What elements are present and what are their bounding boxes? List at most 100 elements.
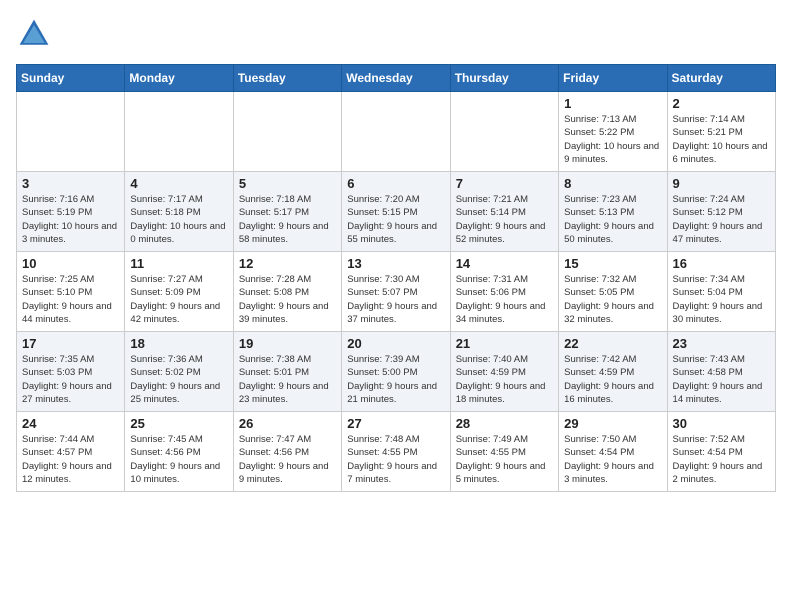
day-number: 22: [564, 336, 661, 351]
calendar-cell: 21Sunrise: 7:40 AM Sunset: 4:59 PM Dayli…: [450, 332, 558, 412]
day-info: Sunrise: 7:30 AM Sunset: 5:07 PM Dayligh…: [347, 273, 444, 326]
calendar-cell: 8 Sunrise: 7:23 AM Sunset: 5:13 PM Daylig…: [559, 172, 667, 252]
day-info: Sunrise: 7:35 AM Sunset: 5:03 PM Dayligh…: [22, 353, 119, 406]
header-day-tuesday: Tuesday: [233, 65, 341, 92]
calendar-week-4: 17 Sunrise: 7:35 AM Sunset: 5:03 PM Dayli…: [17, 332, 776, 412]
calendar-cell: 30 Sunrise: 7:52 AM Sunset: 4:54 PM Dayli…: [667, 412, 775, 492]
day-number: 4: [130, 176, 227, 191]
day-number: 8: [564, 176, 661, 191]
calendar-cell: 3 Sunrise: 7:16 AM Sunset: 5:19 PM Daylig…: [17, 172, 125, 252]
day-info: Sunrise: 7:50 AM Sunset: 4:54 PM Dayligh…: [564, 433, 661, 486]
day-number: 13: [347, 256, 444, 271]
calendar-cell: [342, 92, 450, 172]
calendar-cell: [450, 92, 558, 172]
header-day-sunday: Sunday: [17, 65, 125, 92]
day-info: Sunrise: 7:42 AM Sunset: 4:59 PM Dayligh…: [564, 353, 661, 406]
day-number: 11: [130, 256, 227, 271]
day-info: Sunrise: 7:52 AM Sunset: 4:54 PM Dayligh…: [673, 433, 770, 486]
calendar-header: SundayMondayTuesdayWednesdayThursdayFrid…: [17, 65, 776, 92]
day-info: Sunrise: 7:13 AM Sunset: 5:22 PM Dayligh…: [564, 113, 661, 166]
calendar-cell: 27 Sunrise: 7:48 AM Sunset: 4:55 PM Dayli…: [342, 412, 450, 492]
calendar-cell: 29 Sunrise: 7:50 AM Sunset: 4:54 PM Dayli…: [559, 412, 667, 492]
day-number: 30: [673, 416, 770, 431]
calendar-cell: [17, 92, 125, 172]
calendar-cell: 13 Sunrise: 7:30 AM Sunset: 5:07 PM Dayli…: [342, 252, 450, 332]
day-number: 7: [456, 176, 553, 191]
day-info: Sunrise: 7:23 AM Sunset: 5:13 PM Dayligh…: [564, 193, 661, 246]
day-info: Sunrise: 7:17 AM Sunset: 5:18 PM Dayligh…: [130, 193, 227, 246]
day-number: 9: [673, 176, 770, 191]
day-number: 19: [239, 336, 336, 351]
day-number: 5: [239, 176, 336, 191]
calendar-cell: 1 Sunrise: 7:13 AM Sunset: 5:22 PM Daylig…: [559, 92, 667, 172]
day-info: Sunrise: 7:36 AM Sunset: 5:02 PM Dayligh…: [130, 353, 227, 406]
calendar-cell: 16 Sunrise: 7:34 AM Sunset: 5:04 PM Dayli…: [667, 252, 775, 332]
day-number: 28: [456, 416, 553, 431]
calendar-cell: 10 Sunrise: 7:25 AM Sunset: 5:10 PM Dayli…: [17, 252, 125, 332]
calendar-week-2: 3 Sunrise: 7:16 AM Sunset: 5:19 PM Daylig…: [17, 172, 776, 252]
day-number: 15: [564, 256, 661, 271]
calendar-cell: 23 Sunrise: 7:43 AM Sunset: 4:58 PM Dayli…: [667, 332, 775, 412]
header-day-friday: Friday: [559, 65, 667, 92]
day-number: 1: [564, 96, 661, 111]
day-number: 6: [347, 176, 444, 191]
calendar-cell: 19 Sunrise: 7:38 AM Sunset: 5:01 PM Dayli…: [233, 332, 341, 412]
calendar-table: SundayMondayTuesdayWednesdayThursdayFrid…: [16, 64, 776, 492]
calendar-cell: 18 Sunrise: 7:36 AM Sunset: 5:02 PM Dayli…: [125, 332, 233, 412]
calendar-cell: 2 Sunrise: 7:14 AM Sunset: 5:21 PM Daylig…: [667, 92, 775, 172]
calendar-week-5: 24Sunrise: 7:44 AM Sunset: 4:57 PM Dayli…: [17, 412, 776, 492]
header-day-monday: Monday: [125, 65, 233, 92]
calendar-cell: 26 Sunrise: 7:47 AM Sunset: 4:56 PM Dayli…: [233, 412, 341, 492]
day-info: Sunrise: 7:40 AM Sunset: 4:59 PM Dayligh…: [456, 353, 553, 406]
day-info: Sunrise: 7:27 AM Sunset: 5:09 PM Dayligh…: [130, 273, 227, 326]
day-info: Sunrise: 7:18 AM Sunset: 5:17 PM Dayligh…: [239, 193, 336, 246]
calendar-cell: 14Sunrise: 7:31 AM Sunset: 5:06 PM Dayli…: [450, 252, 558, 332]
day-info: Sunrise: 7:16 AM Sunset: 5:19 PM Dayligh…: [22, 193, 119, 246]
day-info: Sunrise: 7:43 AM Sunset: 4:58 PM Dayligh…: [673, 353, 770, 406]
day-number: 12: [239, 256, 336, 271]
logo: [16, 16, 56, 52]
day-number: 2: [673, 96, 770, 111]
day-info: Sunrise: 7:21 AM Sunset: 5:14 PM Dayligh…: [456, 193, 553, 246]
day-info: Sunrise: 7:25 AM Sunset: 5:10 PM Dayligh…: [22, 273, 119, 326]
day-info: Sunrise: 7:20 AM Sunset: 5:15 PM Dayligh…: [347, 193, 444, 246]
day-number: 10: [22, 256, 119, 271]
day-number: 16: [673, 256, 770, 271]
header-row: SundayMondayTuesdayWednesdayThursdayFrid…: [17, 65, 776, 92]
calendar-body: 1 Sunrise: 7:13 AM Sunset: 5:22 PM Daylig…: [17, 92, 776, 492]
calendar-week-1: 1 Sunrise: 7:13 AM Sunset: 5:22 PM Daylig…: [17, 92, 776, 172]
calendar-cell: [125, 92, 233, 172]
day-info: Sunrise: 7:49 AM Sunset: 4:55 PM Dayligh…: [456, 433, 553, 486]
day-info: Sunrise: 7:34 AM Sunset: 5:04 PM Dayligh…: [673, 273, 770, 326]
day-number: 20: [347, 336, 444, 351]
day-info: Sunrise: 7:45 AM Sunset: 4:56 PM Dayligh…: [130, 433, 227, 486]
day-number: 25: [130, 416, 227, 431]
calendar-cell: 25 Sunrise: 7:45 AM Sunset: 4:56 PM Dayli…: [125, 412, 233, 492]
day-info: Sunrise: 7:28 AM Sunset: 5:08 PM Dayligh…: [239, 273, 336, 326]
day-info: Sunrise: 7:48 AM Sunset: 4:55 PM Dayligh…: [347, 433, 444, 486]
day-number: 17: [22, 336, 119, 351]
day-info: Sunrise: 7:47 AM Sunset: 4:56 PM Dayligh…: [239, 433, 336, 486]
calendar-cell: 15Sunrise: 7:32 AM Sunset: 5:05 PM Dayli…: [559, 252, 667, 332]
calendar-cell: 5 Sunrise: 7:18 AM Sunset: 5:17 PM Daylig…: [233, 172, 341, 252]
calendar-cell: 9Sunrise: 7:24 AM Sunset: 5:12 PM Daylig…: [667, 172, 775, 252]
calendar-week-3: 10 Sunrise: 7:25 AM Sunset: 5:10 PM Dayli…: [17, 252, 776, 332]
calendar-cell: 6 Sunrise: 7:20 AM Sunset: 5:15 PM Daylig…: [342, 172, 450, 252]
header-day-wednesday: Wednesday: [342, 65, 450, 92]
calendar-cell: 4 Sunrise: 7:17 AM Sunset: 5:18 PM Daylig…: [125, 172, 233, 252]
calendar-cell: 20 Sunrise: 7:39 AM Sunset: 5:00 PM Dayli…: [342, 332, 450, 412]
calendar-cell: 24Sunrise: 7:44 AM Sunset: 4:57 PM Dayli…: [17, 412, 125, 492]
calendar-cell: 22 Sunrise: 7:42 AM Sunset: 4:59 PM Dayli…: [559, 332, 667, 412]
day-info: Sunrise: 7:14 AM Sunset: 5:21 PM Dayligh…: [673, 113, 770, 166]
day-info: Sunrise: 7:38 AM Sunset: 5:01 PM Dayligh…: [239, 353, 336, 406]
day-number: 29: [564, 416, 661, 431]
day-number: 23: [673, 336, 770, 351]
day-number: 27: [347, 416, 444, 431]
day-info: Sunrise: 7:31 AM Sunset: 5:06 PM Dayligh…: [456, 273, 553, 326]
calendar-cell: [233, 92, 341, 172]
day-info: Sunrise: 7:39 AM Sunset: 5:00 PM Dayligh…: [347, 353, 444, 406]
day-number: 3: [22, 176, 119, 191]
header-day-saturday: Saturday: [667, 65, 775, 92]
day-number: 26: [239, 416, 336, 431]
day-number: 18: [130, 336, 227, 351]
